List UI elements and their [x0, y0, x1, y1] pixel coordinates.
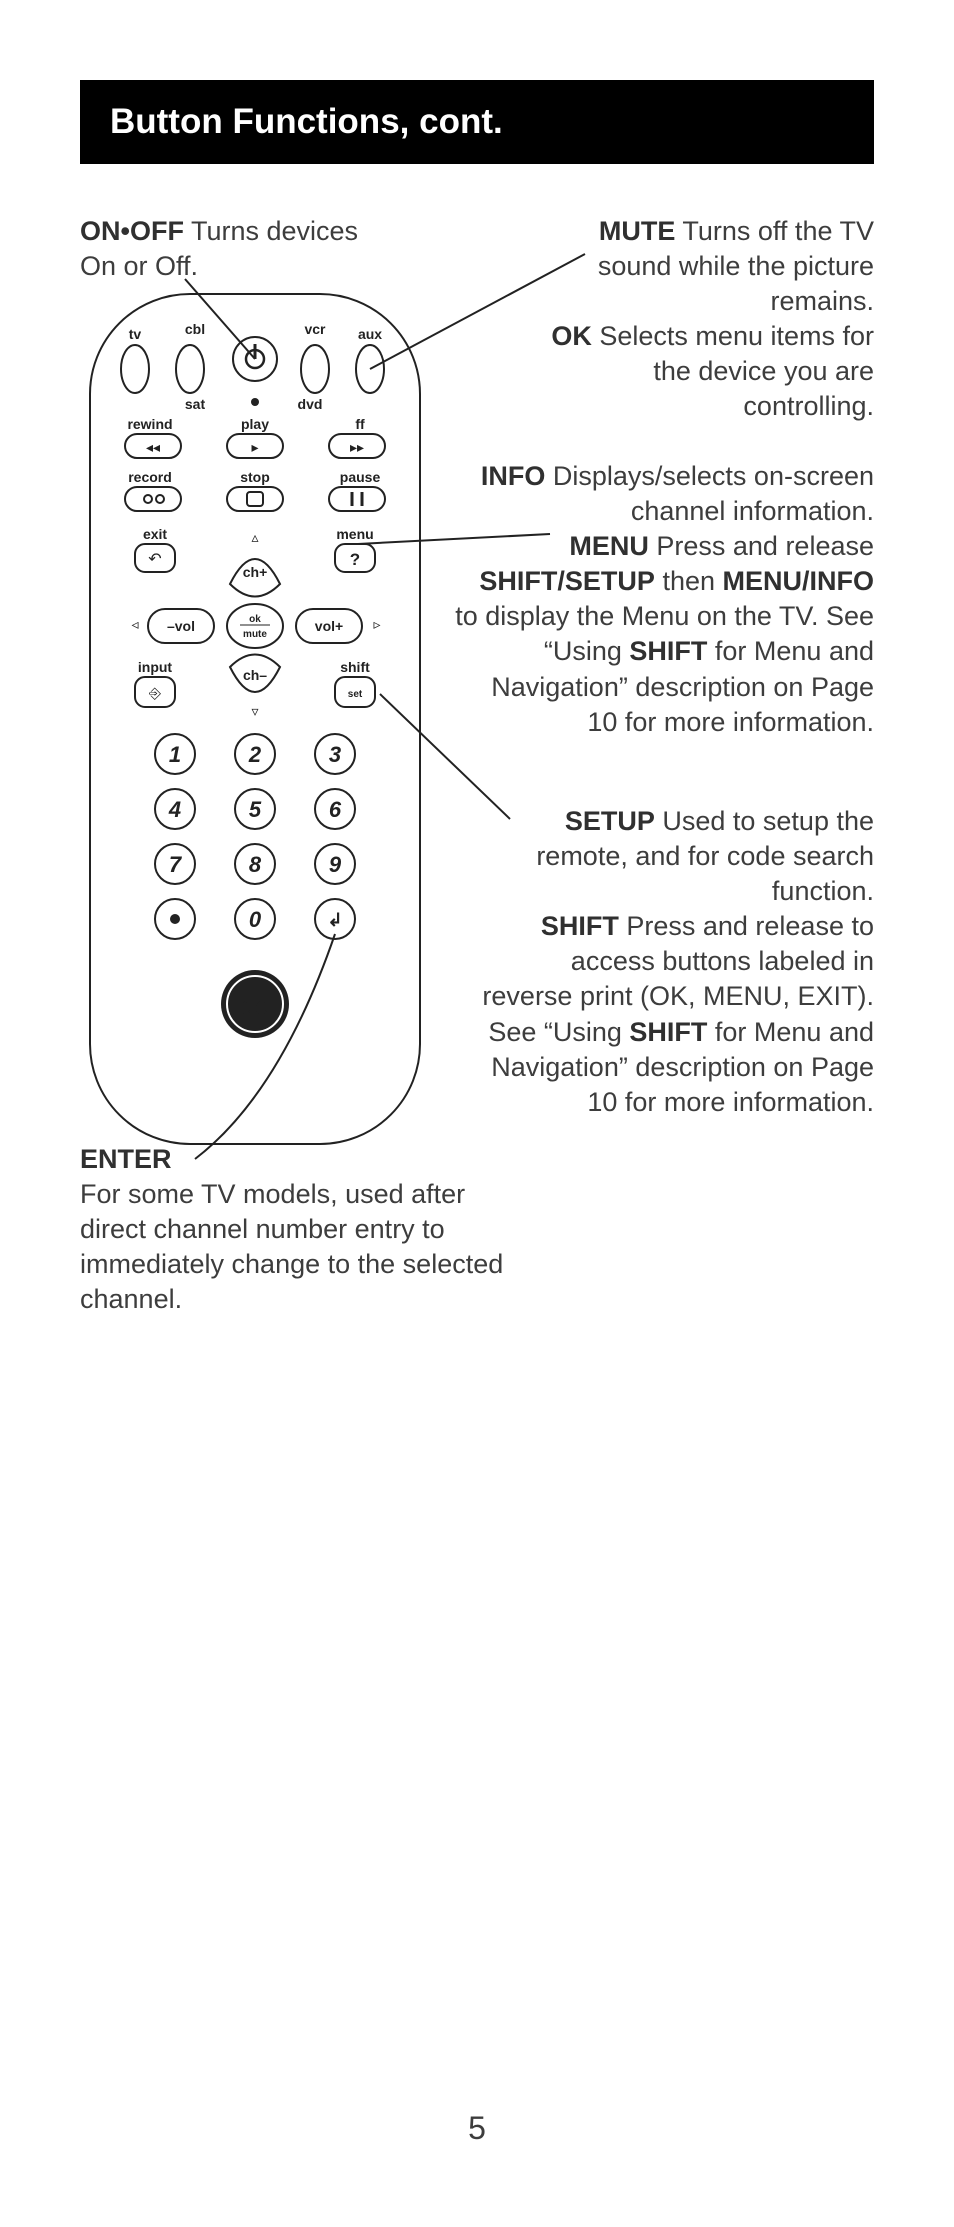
remote-svg: tv cbl sat vcr dvd aux rewind — [80, 284, 430, 1154]
exit-icon: ↶ — [148, 551, 161, 568]
enter-icon: ↲ — [327, 910, 342, 930]
key-2-label: 2 — [248, 742, 262, 767]
callout-setupshift: SETUP Used to setup the remote, and for … — [474, 804, 874, 1120]
stop-button — [227, 487, 283, 511]
stop-label: stop — [240, 469, 270, 485]
chplus-label: ch+ — [243, 564, 268, 580]
ff-label: ff — [355, 416, 365, 432]
muteok-b0: MUTE — [599, 216, 676, 246]
left-arrow-icon: ◃ — [131, 616, 138, 632]
mute-label: mute — [243, 629, 267, 640]
cbl-label: cbl — [185, 321, 205, 337]
play-label: play — [241, 416, 269, 432]
right-arrow-icon: ▹ — [373, 616, 380, 632]
menu-label: menu — [336, 526, 373, 542]
vcrdvd-button — [301, 345, 329, 393]
shift-label: shift — [340, 659, 370, 675]
chminus-label: ch– — [243, 667, 267, 683]
im-b0: INFO — [481, 461, 546, 491]
remote-diagram: tv cbl sat vcr dvd aux rewind — [80, 284, 430, 1159]
im-b2: SHIFT/SETUP — [479, 566, 655, 596]
okmute-button — [227, 604, 283, 648]
rewind-label: rewind — [127, 416, 172, 432]
record-label: record — [128, 469, 172, 485]
down-arrow-icon: ▿ — [251, 703, 258, 719]
ge-logo-text: ge — [241, 990, 270, 1020]
im-t0: Displays/selects on-screen channel infor… — [545, 461, 874, 526]
callout-onoff-bold: ON•OFF — [80, 216, 184, 246]
input-icon: ⎆ — [149, 685, 161, 702]
key-dot-icon — [170, 914, 180, 924]
callout-muteok: MUTE Turns off the TV sound while the pi… — [544, 214, 874, 425]
aux-button — [356, 345, 384, 393]
key-7-label: 7 — [169, 852, 183, 877]
ss-b2: SHIFT — [629, 1017, 707, 1047]
ok-label: ok — [249, 614, 261, 625]
key-0-label: 0 — [249, 907, 262, 932]
key-1-label: 1 — [169, 742, 181, 767]
key-9-label: 9 — [329, 852, 342, 877]
dvd-label: dvd — [298, 396, 323, 412]
vcr-label: vcr — [304, 321, 326, 337]
cblsat-button — [176, 345, 204, 393]
volminus-label: –vol — [167, 618, 195, 634]
ss-b0: SETUP — [565, 806, 655, 836]
ff-icon: ▸▸ — [350, 439, 364, 455]
tv-button — [121, 345, 149, 393]
key-3-label: 3 — [329, 742, 341, 767]
callout-onoff: ON•OFF Turns devices On or Off. — [80, 214, 360, 284]
aux-label: aux — [358, 326, 382, 342]
volplus-label: vol+ — [315, 618, 343, 634]
key-5-label: 5 — [249, 797, 262, 822]
im-b4: SHIFT — [629, 636, 707, 666]
menu-icon: ? — [350, 550, 360, 569]
content-area: ON•OFF Turns devices On or Off. MUTE Tur… — [80, 214, 874, 1314]
tv-label: tv — [129, 326, 142, 342]
enter-text: For some TV models, used after direct ch… — [80, 1179, 503, 1314]
ss-b1: SHIFT — [541, 911, 619, 941]
rewind-icon: ◂◂ — [146, 439, 160, 455]
input-label: input — [138, 659, 173, 675]
key-4-label: 4 — [168, 797, 181, 822]
callout-infomenu: INFO Displays/selects on-screen channel … — [454, 459, 874, 740]
page-number: 5 — [0, 2110, 954, 2147]
im-b1: MENU — [569, 531, 649, 561]
up-arrow-icon: ▵ — [251, 529, 258, 545]
pause-button — [329, 487, 385, 511]
led-indicator — [251, 398, 259, 406]
key-6-label: 6 — [329, 797, 342, 822]
set-label: set — [348, 689, 363, 700]
im-t1: Press and release — [649, 531, 874, 561]
sat-label: sat — [185, 396, 206, 412]
play-icon: ▸ — [251, 439, 258, 455]
muteok-t1: Selects menu items for the device you ar… — [592, 321, 874, 421]
im-t2: then — [655, 566, 723, 596]
im-b3: MENU/INFO — [723, 566, 875, 596]
exit-label: exit — [143, 526, 167, 542]
section-header: Button Functions, cont. — [80, 80, 874, 164]
muteok-b1: OK — [551, 321, 592, 351]
callout-enter: ENTER For some TV models, used after dir… — [80, 1142, 510, 1317]
key-8-label: 8 — [249, 852, 262, 877]
pause-label: pause — [340, 469, 381, 485]
